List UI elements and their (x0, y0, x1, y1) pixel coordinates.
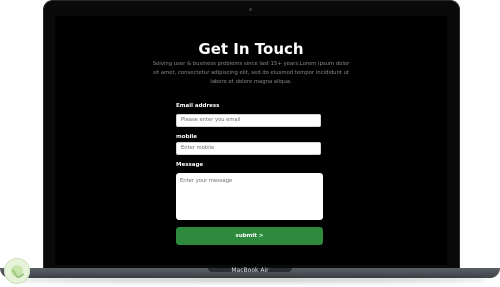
message-label: Message (176, 162, 204, 168)
submit-button[interactable]: submit > (176, 227, 323, 245)
mobile-label: mobile (176, 134, 197, 140)
email-label: Email address (176, 103, 220, 109)
watermark-logo-icon (4, 258, 30, 284)
device-model-label: MacBook Air (231, 267, 269, 274)
webcam-icon (249, 8, 252, 11)
message-textarea[interactable]: Enter your message (176, 173, 323, 220)
email-input[interactable]: Please enter you email (176, 114, 321, 127)
page-subtitle: Solving user & business problems since l… (152, 61, 350, 85)
mobile-input[interactable]: Enter mobile (176, 142, 321, 155)
page-title: Get In Touch (198, 40, 304, 58)
laptop-shadow (10, 277, 490, 283)
screen: Get In Touch Solving user & business pro… (55, 16, 447, 265)
